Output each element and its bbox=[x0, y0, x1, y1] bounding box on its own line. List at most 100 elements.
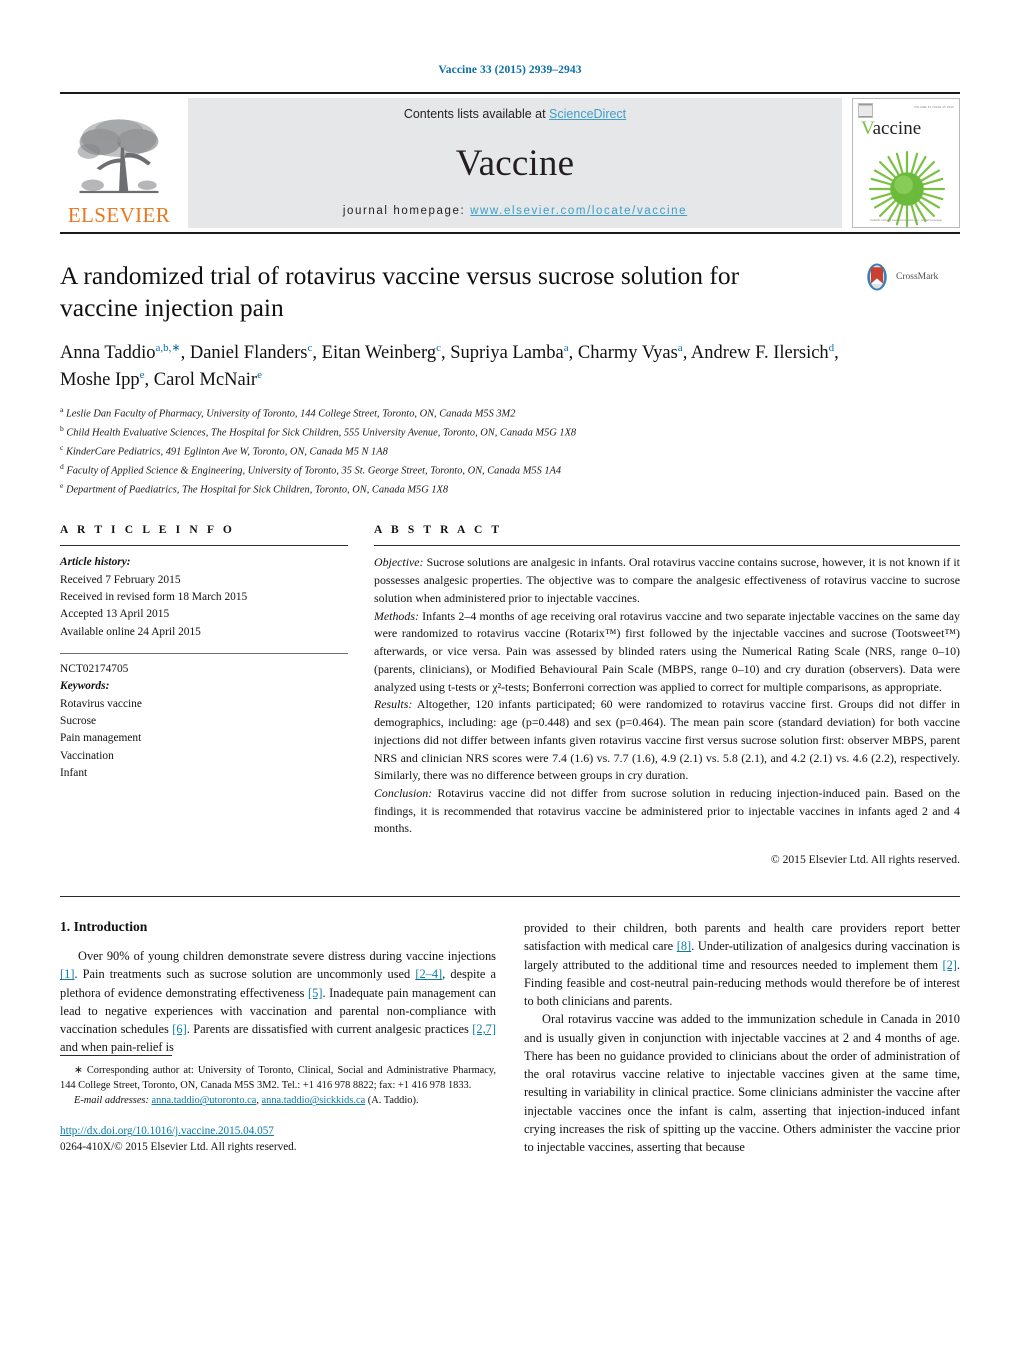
journal-homepage-line: journal homepage: www.elsevier.com/locat… bbox=[343, 205, 687, 217]
article-history-item: Received 7 February 2015 bbox=[60, 573, 181, 586]
introduction-right-text: provided to their children, both parents… bbox=[524, 919, 960, 1156]
introduction-left-text: Over 90% of young children demonstrate s… bbox=[60, 947, 496, 1056]
crossmark-badge[interactable]: CrossMark bbox=[862, 262, 958, 292]
email-link-sickkids[interactable]: anna.taddio@sickkids.ca bbox=[262, 1095, 366, 1106]
running-head: Vaccine 33 (2015) 2939–2943 bbox=[438, 64, 582, 76]
corresponding-author-note: ∗ Corresponding author at: University of… bbox=[60, 1065, 496, 1092]
journal-homepage-link[interactable]: www.elsevier.com/locate/vaccine bbox=[470, 205, 687, 217]
body-paragraph: Over 90% of young children demonstrate s… bbox=[60, 949, 497, 1055]
abstract-section-label: Conclusion: bbox=[374, 786, 433, 801]
issn-copyright-line: 0264-410X/© 2015 Elsevier Ltd. All right… bbox=[60, 1141, 297, 1154]
citation-link[interactable]: [8] bbox=[677, 939, 691, 953]
article-history-items: Received 7 February 2015 Received in revi… bbox=[60, 572, 348, 641]
cover-volume-meta: VOLUME 33 ISSUE 25 2015 bbox=[913, 106, 954, 109]
article-history: Article history: Received 7 February 201… bbox=[60, 554, 348, 641]
cover-name-initial: V bbox=[861, 118, 873, 139]
article-history-label: Article history: bbox=[60, 556, 131, 569]
abstract-column: A B S T R A C T Objective: Sucrose solut… bbox=[374, 524, 960, 866]
keyword-item: Infant bbox=[60, 767, 88, 780]
affiliation-marker: e bbox=[60, 480, 64, 490]
affiliation-item: a Leslie Dan Faculty of Pharmacy, Univer… bbox=[60, 404, 516, 420]
article-history-item: Received in revised form 18 March 2015 bbox=[60, 591, 248, 604]
abstract-section: Conclusion: Rotavirus vaccine did not di… bbox=[374, 786, 960, 836]
elsevier-tree-icon bbox=[77, 119, 159, 194]
keyword-item: Vaccination bbox=[60, 749, 114, 762]
author-list: Anna Taddioa,b,∗, Daniel Flandersc, Eita… bbox=[60, 342, 839, 390]
contents-prefix: Contents lists available at bbox=[403, 107, 550, 121]
article-history-item: Accepted 13 April 2015 bbox=[60, 608, 170, 621]
journal-masthead: ELSEVIER Contents lists available at Sci… bbox=[60, 92, 960, 234]
body-column-left: 1. Introduction Over 90% of young childr… bbox=[60, 919, 496, 1156]
body-paragraph: Oral rotavirus vaccine was added to the … bbox=[524, 1012, 960, 1155]
copyright-line: © 2015 Elsevier Ltd. All rights reserved… bbox=[770, 853, 960, 867]
cover-footer-meta: Available online at www.sciencedirect.co… bbox=[870, 219, 942, 222]
affiliation-list: a Leslie Dan Faculty of Pharmacy, Univer… bbox=[60, 404, 960, 499]
sciencedirect-link[interactable]: ScienceDirect bbox=[549, 107, 626, 121]
keywords-block: NCT02174705 Keywords: Rotavirus vaccine S… bbox=[60, 661, 348, 782]
article-info-heading: A R T I C L E I N F O bbox=[60, 524, 235, 537]
affiliation-item: c KinderCare Pediatrics, 491 Eglinton Av… bbox=[60, 442, 388, 458]
footnote-rule bbox=[60, 1055, 172, 1057]
doi-block: http://dx.doi.org/10.1016/j.vaccine.2015… bbox=[60, 1124, 496, 1156]
body-separator-rule bbox=[60, 896, 960, 898]
body-paragraph: provided to their children, both parents… bbox=[524, 921, 960, 1009]
homepage-prefix: journal homepage: bbox=[342, 205, 471, 217]
article-page: Vaccine 33 (2015) 2939–2943 ELSEVIER Con… bbox=[0, 0, 1020, 1351]
journal-title: Vaccine bbox=[455, 142, 575, 184]
body-columns: 1. Introduction Over 90% of young childr… bbox=[60, 919, 960, 1156]
affiliation-item: e Department of Paediatrics, The Hospita… bbox=[60, 480, 449, 495]
abstract-section-label: Results: bbox=[374, 697, 413, 712]
affiliation-marker: d bbox=[60, 461, 64, 471]
corresponding-author-marker: ∗ bbox=[74, 1065, 83, 1077]
cover-name-rest: accine bbox=[872, 118, 922, 139]
page-title: A randomized trial of rotavirus vaccine … bbox=[60, 261, 740, 323]
abstract-rule bbox=[374, 545, 960, 547]
trial-registration-number: NCT02174705 bbox=[60, 663, 129, 676]
keywords-label: Keywords: bbox=[60, 680, 110, 693]
cover-journal-name: Vaccine bbox=[853, 119, 959, 138]
crossmark-label: CrossMark bbox=[896, 272, 939, 282]
affiliation-item: b Child Health Evaluative Sciences, The … bbox=[60, 423, 577, 439]
abstract-section-label: Objective: bbox=[374, 555, 424, 570]
abstract-body: Objective: Sucrose solutions are analges… bbox=[374, 554, 960, 838]
cover-topbar: VOLUME 33 ISSUE 25 2015 bbox=[853, 99, 959, 118]
info-abstract-row: A R T I C L E I N F O Article history: R… bbox=[60, 524, 960, 866]
email-addresses-label: E-mail addresses: bbox=[74, 1095, 149, 1107]
citation-link[interactable]: [5] bbox=[308, 986, 322, 1000]
keyword-item: Rotavirus vaccine bbox=[60, 697, 142, 710]
title-area: A randomized trial of rotavirus vaccine … bbox=[60, 260, 960, 498]
citation-link[interactable]: [2–4] bbox=[415, 967, 442, 981]
abstract-section: Results: Altogether, 120 infants partici… bbox=[374, 697, 960, 783]
body-column-right: provided to their children, both parents… bbox=[524, 919, 960, 1156]
citation-link[interactable]: [2,7] bbox=[472, 1022, 496, 1036]
elsevier-wordmark: ELSEVIER bbox=[67, 203, 171, 227]
affiliation-marker: c bbox=[60, 442, 64, 452]
elsevier-logo: ELSEVIER bbox=[60, 98, 178, 228]
abstract-section: Objective: Sucrose solutions are analges… bbox=[374, 555, 960, 605]
journal-band: Contents lists available at ScienceDirec… bbox=[188, 98, 842, 228]
affiliation-marker: a bbox=[60, 404, 64, 414]
affiliation-marker: b bbox=[60, 423, 64, 433]
contents-line: Contents lists available at ScienceDirec… bbox=[404, 107, 626, 121]
footnote-block: ∗ Corresponding author at: University of… bbox=[60, 1055, 496, 1156]
article-history-item: Available online 24 April 2015 bbox=[60, 625, 201, 638]
keyword-item: Pain management bbox=[60, 732, 142, 745]
email-link-utoronto[interactable]: anna.taddio@utoronto.ca bbox=[152, 1095, 257, 1106]
journal-cover-thumbnail: VOLUME 33 ISSUE 25 2015 Vaccine Availabl… bbox=[852, 98, 960, 228]
doi-link[interactable]: http://dx.doi.org/10.1016/j.vaccine.2015… bbox=[60, 1125, 274, 1137]
citation-link[interactable]: [1] bbox=[60, 967, 74, 981]
article-info-column: A R T I C L E I N F O Article history: R… bbox=[60, 524, 348, 866]
abstract-heading: A B S T R A C T bbox=[374, 524, 503, 537]
abstract-section: Methods: Infants 2–4 months of age recei… bbox=[374, 608, 960, 694]
virus-illustration-icon bbox=[868, 150, 946, 227]
citation-link[interactable]: [6] bbox=[172, 1022, 186, 1036]
crossmark-icon bbox=[867, 263, 887, 291]
cover-elsevier-icon bbox=[858, 103, 873, 118]
citation-link[interactable]: [2] bbox=[942, 958, 956, 972]
affiliation-item: d Faculty of Applied Science & Engineeri… bbox=[60, 461, 562, 477]
email-addresses-note: E-mail addresses: anna.taddio@utoronto.c… bbox=[74, 1095, 419, 1107]
section-heading-introduction: 1. Introduction bbox=[60, 919, 148, 935]
abstract-section-label: Methods: bbox=[374, 608, 419, 623]
keyword-items: Rotavirus vaccine Sucrose Pain management V… bbox=[60, 696, 348, 783]
keywords-rule bbox=[60, 653, 348, 655]
